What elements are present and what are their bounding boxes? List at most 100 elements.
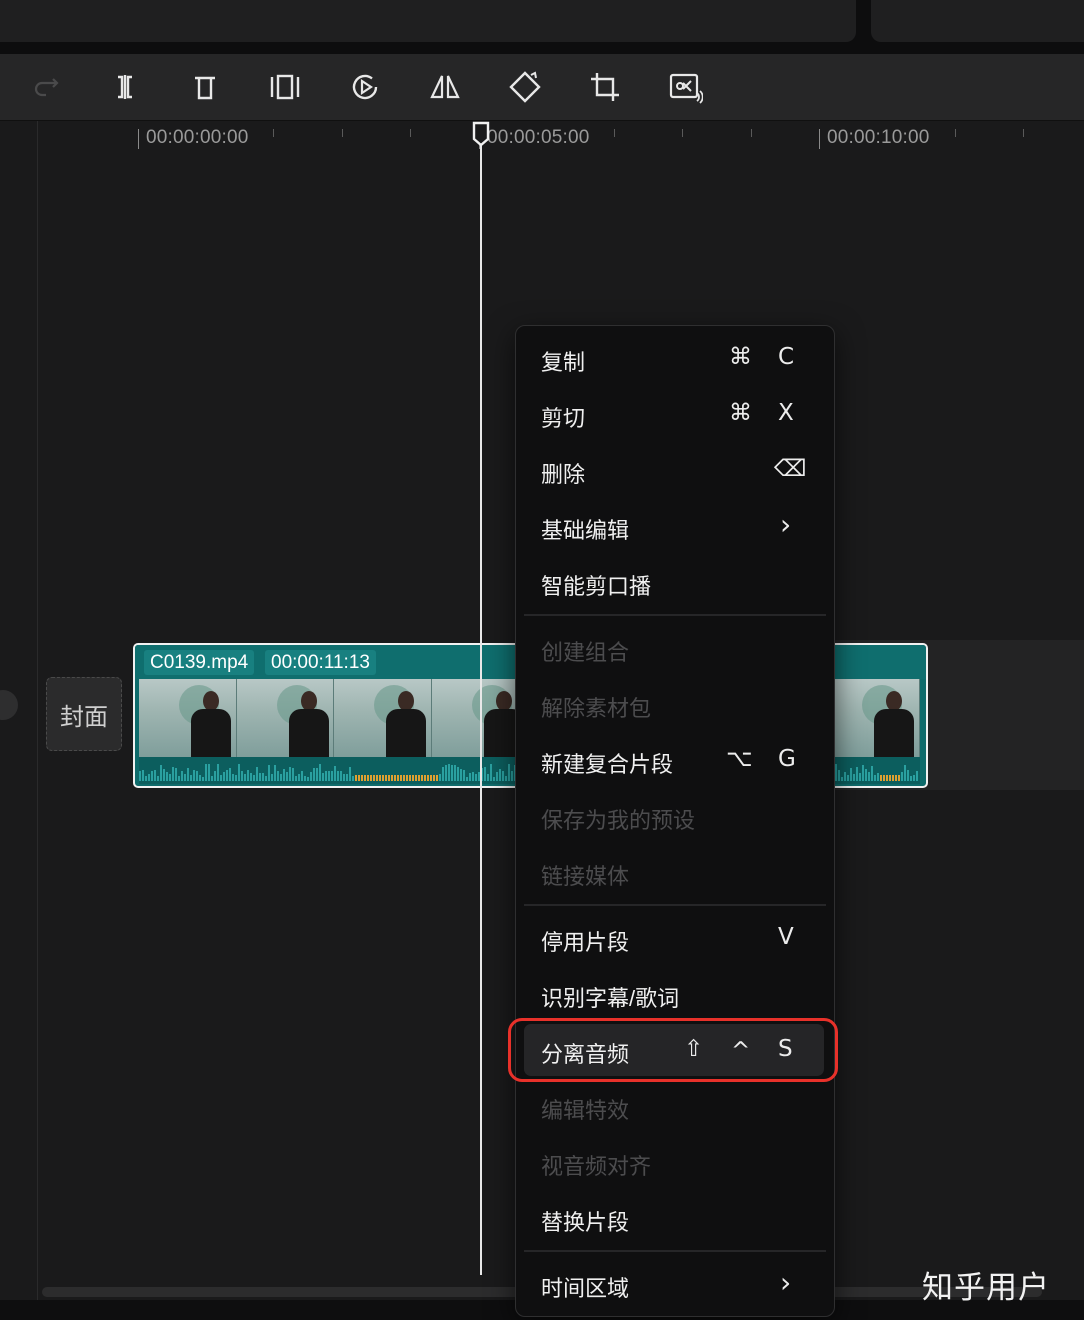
menu-item-label: 创建组合	[541, 640, 630, 665]
ruler-label-1: 00:00:05:00	[487, 127, 590, 148]
waveform-bar	[379, 775, 381, 781]
waveform-bar	[322, 773, 324, 781]
waveform-bar	[220, 775, 222, 781]
waveform-bar	[208, 764, 210, 781]
waveform-bar	[151, 771, 153, 781]
menu-item-edit-effects: 编辑特效	[524, 1080, 824, 1132]
shortcut-key: C	[778, 344, 795, 370]
ruler-label-2: 00:00:10:00	[827, 127, 930, 148]
menu-item-copy[interactable]: 复制 ⌘ C	[524, 332, 824, 384]
waveform-bar	[469, 773, 471, 781]
waveform-bar	[142, 770, 144, 781]
waveform-bar	[913, 775, 915, 781]
waveform-bar	[859, 773, 861, 781]
waveform-bar	[307, 777, 309, 781]
waveform-bar	[907, 770, 909, 781]
waveform-bar	[190, 775, 192, 781]
waveform-bar	[403, 775, 405, 781]
waveform-bar	[316, 768, 318, 781]
waveform-bar	[484, 767, 486, 781]
waveform-bar	[187, 768, 189, 781]
waveform-bar	[310, 772, 312, 781]
waveform-bar	[283, 769, 285, 781]
waveform-bar	[394, 775, 396, 781]
menu-item-disable-clip[interactable]: 停用片段 V	[524, 912, 824, 964]
ruler-minor-tick	[410, 129, 411, 137]
waveform-bar	[163, 769, 165, 781]
waveform-bar	[487, 774, 489, 781]
menu-item-label: 新建复合片段	[541, 752, 674, 777]
waveform-bar	[298, 774, 300, 781]
delete-icon[interactable]	[185, 67, 225, 107]
shortcut-key: X	[778, 400, 794, 426]
waveform-bar	[436, 775, 438, 781]
waveform-bar	[433, 775, 435, 781]
menu-item-replace-clip[interactable]: 替换片段	[524, 1192, 824, 1244]
crop-icon[interactable]	[585, 67, 625, 107]
waveform-bar	[901, 772, 903, 781]
waveform-bar	[391, 775, 393, 781]
waveform-bar	[172, 767, 174, 781]
waveform-bar	[367, 775, 369, 781]
clip-duration: 00:00:11:13	[265, 650, 376, 675]
thumbnail-frame	[236, 679, 335, 757]
waveform-bar	[430, 775, 432, 781]
waveform-bar	[166, 772, 168, 781]
ruler-minor-tick	[751, 129, 752, 137]
menu-item-delete[interactable]: 删除 ⌫	[524, 444, 824, 496]
waveform-bar	[301, 771, 303, 781]
waveform-bar	[325, 771, 327, 781]
menu-item-time-range[interactable]: 时间区域 ›	[524, 1258, 824, 1310]
waveform-bar	[226, 770, 228, 781]
waveform-bar	[160, 765, 162, 781]
thumbnail-frame	[139, 679, 237, 757]
waveform-bar	[412, 775, 414, 781]
waveform-bar	[157, 776, 159, 781]
shortcut-key: G	[778, 746, 796, 772]
redo-icon[interactable]	[26, 67, 66, 107]
rotate-icon[interactable]	[505, 67, 545, 107]
waveform-bar	[844, 772, 846, 781]
menu-item-new-compound-clip[interactable]: 新建复合片段 ⌥ G	[524, 734, 824, 786]
waveform-bar	[241, 771, 243, 781]
ruler-minor-tick	[682, 129, 683, 137]
freeze-frame-icon[interactable]	[265, 67, 305, 107]
waveform-bar	[175, 768, 177, 781]
playhead-handle[interactable]	[471, 121, 491, 147]
menu-item-label: 链接媒体	[541, 864, 630, 889]
waveform-bar	[853, 774, 855, 781]
time-ruler[interactable]: 00:00:00:00 00:00:05:00 00:00:10:00	[0, 121, 1084, 161]
menu-item-cut[interactable]: 剪切 ⌘ X	[524, 388, 824, 440]
waveform-bar	[505, 776, 507, 781]
mirror-icon[interactable]	[425, 67, 465, 107]
waveform-bar	[355, 775, 357, 781]
waveform-bar	[838, 770, 840, 781]
remove-background-icon[interactable]	[665, 67, 705, 107]
option-key-icon: ⌥	[726, 746, 753, 772]
waveform-bar	[139, 771, 141, 781]
menu-item-recognize-captions[interactable]: 识别字幕/歌词	[524, 968, 824, 1020]
menu-item-basic-edit[interactable]: 基础编辑 ›	[524, 500, 824, 552]
thumbnail-frame	[334, 679, 432, 757]
waveform-bar	[916, 771, 918, 781]
playhead-line[interactable]	[480, 140, 482, 1275]
menu-item-smart-cut[interactable]: 智能剪口播	[524, 556, 824, 608]
waveform-bar	[304, 776, 306, 781]
waveform-bar	[235, 775, 237, 781]
menu-separator	[524, 904, 826, 906]
waveform-bar	[454, 765, 456, 781]
waveform-bar	[277, 771, 279, 781]
menu-item-unpack-material: 解除素材包	[524, 678, 824, 730]
ruler-minor-tick	[614, 129, 615, 137]
cover-button[interactable]: 封面	[46, 677, 122, 751]
menu-separator	[524, 614, 826, 616]
waveform-bar	[877, 773, 879, 781]
split-icon[interactable]	[105, 67, 145, 107]
waveform-bar	[865, 769, 867, 781]
menu-item-av-align: 视音频对齐	[524, 1136, 824, 1188]
reverse-play-icon[interactable]	[345, 67, 385, 107]
waveform-bar	[271, 774, 273, 781]
waveform-bar	[385, 775, 387, 781]
clip-filename: C0139.mp4	[144, 650, 255, 675]
waveform-bar	[400, 775, 402, 781]
